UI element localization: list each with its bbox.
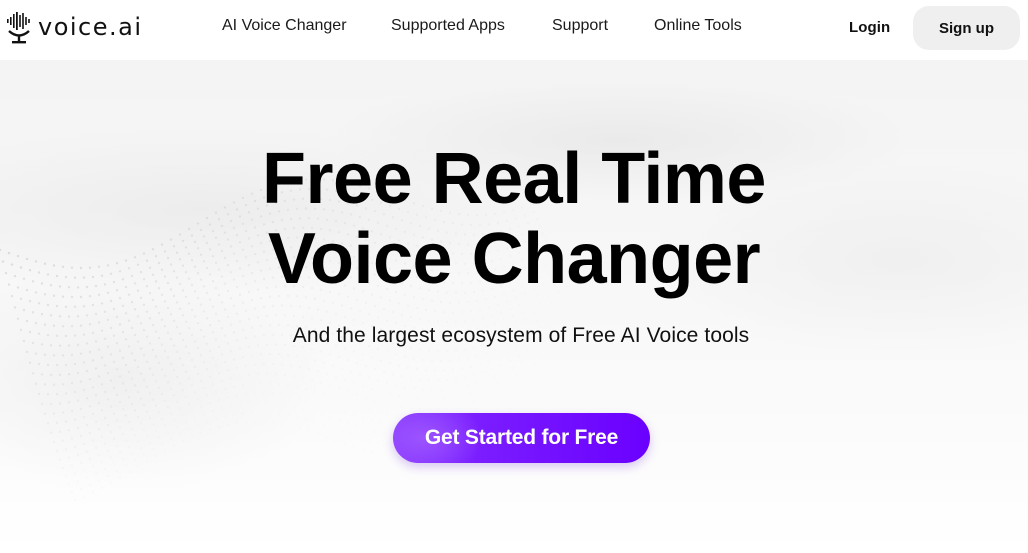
nav-support[interactable]: Support xyxy=(552,17,608,35)
signup-button[interactable]: Sign up xyxy=(913,6,1020,50)
get-started-button[interactable]: Get Started for Free xyxy=(393,413,650,463)
login-link[interactable]: Login xyxy=(849,19,890,36)
nav-ai-voice-changer[interactable]: AI Voice Changer xyxy=(222,17,347,35)
page: voice.ai AI Voice Changer Supported Apps… xyxy=(0,0,1028,553)
site-header: voice.ai AI Voice Changer Supported Apps… xyxy=(0,0,1028,56)
hero-title: Free Real Time Voice Changer xyxy=(0,139,1028,299)
nav-supported-apps[interactable]: Supported Apps xyxy=(391,17,505,35)
hero-title-line-2: Voice Changer xyxy=(267,219,761,299)
hero-background-wave xyxy=(0,60,1028,553)
hero-title-line-1: Free Real Time xyxy=(262,139,766,219)
dot-wave-pattern xyxy=(0,178,533,470)
hero-subtitle: And the largest ecosystem of Free AI Voi… xyxy=(292,324,750,347)
nav-online-tools[interactable]: Online Tools xyxy=(654,17,742,35)
